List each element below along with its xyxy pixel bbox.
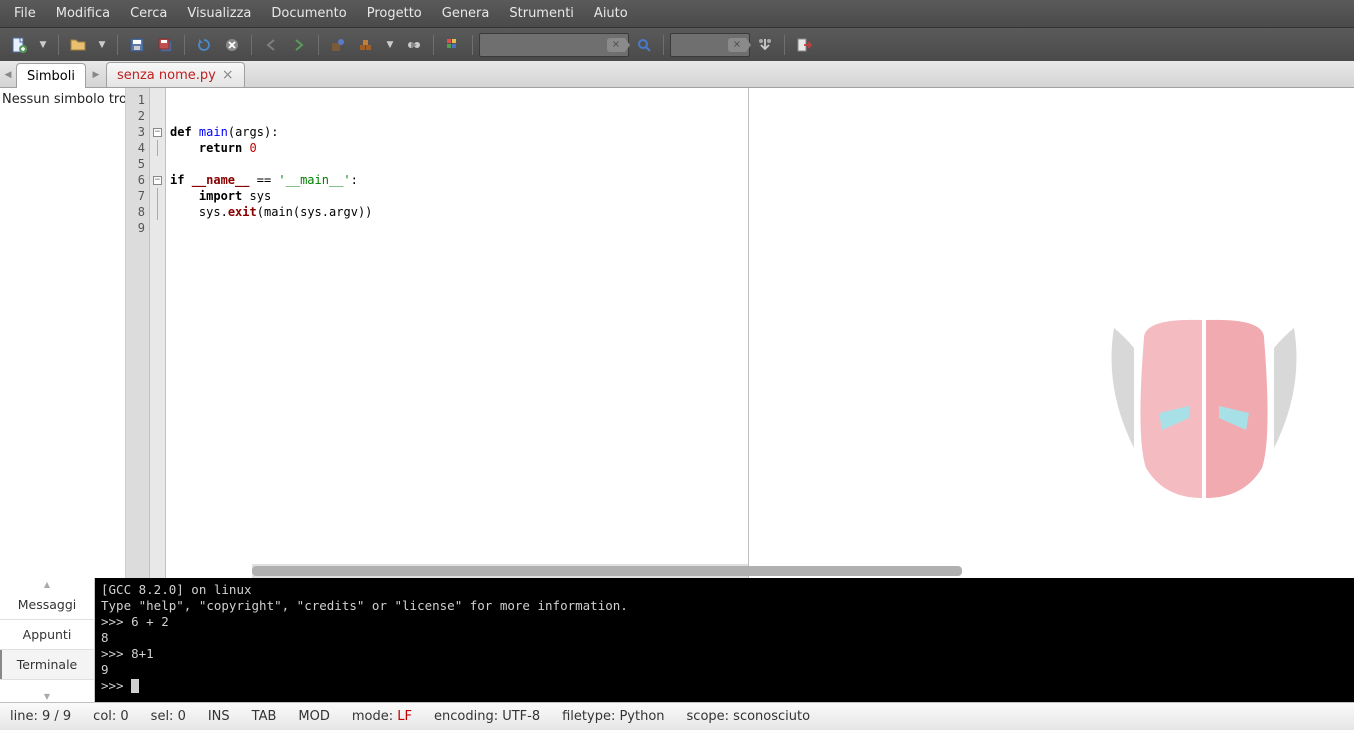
tab-scroll-left-icon[interactable]: ◀	[0, 62, 16, 87]
tabbar: ◀ Simboli ▶ senza nome.py ×	[0, 61, 1354, 88]
editor[interactable]: 123456789 −− def main(args): return 0 if…	[126, 88, 1354, 578]
status-col: col: 0	[93, 709, 129, 724]
status-mode[interactable]: mode: LF	[352, 709, 412, 724]
sidebar-empty-text: Nessun simbolo trovato	[2, 92, 126, 107]
fold-toggle-icon[interactable]: −	[153, 176, 162, 185]
panel-scroll-down-icon[interactable]: ▼	[0, 690, 94, 702]
close-icon[interactable]	[219, 32, 245, 58]
nav-back-icon[interactable]	[258, 32, 284, 58]
tab-scroll-right-icon[interactable]: ▶	[88, 62, 104, 87]
symbols-sidebar: Nessun simbolo trovato	[0, 88, 126, 578]
status-filetype[interactable]: filetype: Python	[562, 709, 664, 724]
main-area: Nessun simbolo trovato 123456789 −− def …	[0, 88, 1354, 578]
reload-icon[interactable]	[191, 32, 217, 58]
statusbar: line: 9 / 9 col: 0 sel: 0 INS TAB MOD mo…	[0, 702, 1354, 730]
code-area[interactable]: def main(args): return 0 if __name__ == …	[166, 88, 748, 578]
status-tab[interactable]: TAB	[252, 709, 277, 724]
fold-gutter: −−	[150, 88, 166, 578]
menu-progetto[interactable]: Progetto	[357, 2, 432, 25]
line-number-gutter: 123456789	[126, 88, 150, 578]
app-logo-watermark	[1084, 298, 1324, 528]
status-ins[interactable]: INS	[208, 709, 230, 724]
compile-icon[interactable]	[325, 32, 351, 58]
save-icon[interactable]	[124, 32, 150, 58]
panel-tab-messaggi[interactable]: Messaggi	[0, 590, 94, 620]
goto-icon[interactable]	[752, 32, 778, 58]
build-dropdown-icon[interactable]: ▼	[381, 32, 399, 58]
panel-tab-terminale[interactable]: Terminale	[0, 650, 94, 680]
search-clear-icon[interactable]	[607, 38, 625, 52]
editor-tab[interactable]: senza nome.py ×	[106, 62, 245, 87]
sidebar-tab-symbols[interactable]: Simboli	[16, 63, 86, 88]
menu-aiuto[interactable]: Aiuto	[584, 2, 638, 25]
menu-genera[interactable]: Genera	[432, 2, 500, 25]
terminal[interactable]: [GCC 8.2.0] on linuxType "help", "copyri…	[95, 578, 1354, 702]
nav-forward-icon[interactable]	[286, 32, 312, 58]
search-icon[interactable]	[631, 32, 657, 58]
search-input-wrap	[479, 33, 629, 57]
build-icon[interactable]	[353, 32, 379, 58]
panel-tab-list: ▲ MessaggiAppuntiTerminale ▼	[0, 578, 95, 702]
menubar: FileModificaCercaVisualizzaDocumentoProg…	[0, 0, 1354, 28]
panel-tab-appunti[interactable]: Appunti	[0, 620, 94, 650]
minimap	[749, 88, 1354, 578]
panel-scroll-up-icon[interactable]: ▲	[0, 578, 94, 590]
menu-modifica[interactable]: Modifica	[46, 2, 120, 25]
quit-icon[interactable]	[791, 32, 817, 58]
bottom-panel: ▲ MessaggiAppuntiTerminale ▼ [GCC 8.2.0]…	[0, 578, 1354, 702]
horizontal-scrollbar[interactable]	[252, 564, 748, 578]
sidebar-tab-label: Simboli	[27, 69, 75, 84]
menu-documento[interactable]: Documento	[261, 2, 356, 25]
status-mod: MOD	[298, 709, 329, 724]
run-icon[interactable]	[401, 32, 427, 58]
status-scope: scope: sconosciuto	[687, 709, 811, 724]
new-file-dropdown-icon[interactable]: ▼	[34, 32, 52, 58]
menu-cerca[interactable]: Cerca	[120, 2, 177, 25]
fold-toggle-icon[interactable]: −	[153, 128, 162, 137]
terminal-cursor	[131, 679, 139, 693]
status-encoding[interactable]: encoding: UTF-8	[434, 709, 540, 724]
status-line: line: 9 / 9	[10, 709, 71, 724]
save-all-icon[interactable]	[152, 32, 178, 58]
status-sel: sel: 0	[151, 709, 186, 724]
menu-file[interactable]: File	[4, 2, 46, 25]
menu-visualizza[interactable]: Visualizza	[177, 2, 261, 25]
menu-strumenti[interactable]: Strumenti	[499, 2, 584, 25]
editor-tab-label: senza nome.py	[117, 68, 216, 83]
goto-input-wrap	[670, 33, 750, 57]
new-file-icon[interactable]	[6, 32, 32, 58]
goto-clear-icon[interactable]	[728, 38, 746, 52]
toolbar: ▼ ▼ ▼	[0, 28, 1354, 61]
color-picker-icon[interactable]	[440, 32, 466, 58]
open-file-icon[interactable]	[65, 32, 91, 58]
close-tab-icon[interactable]: ×	[222, 67, 234, 83]
open-file-dropdown-icon[interactable]: ▼	[93, 32, 111, 58]
